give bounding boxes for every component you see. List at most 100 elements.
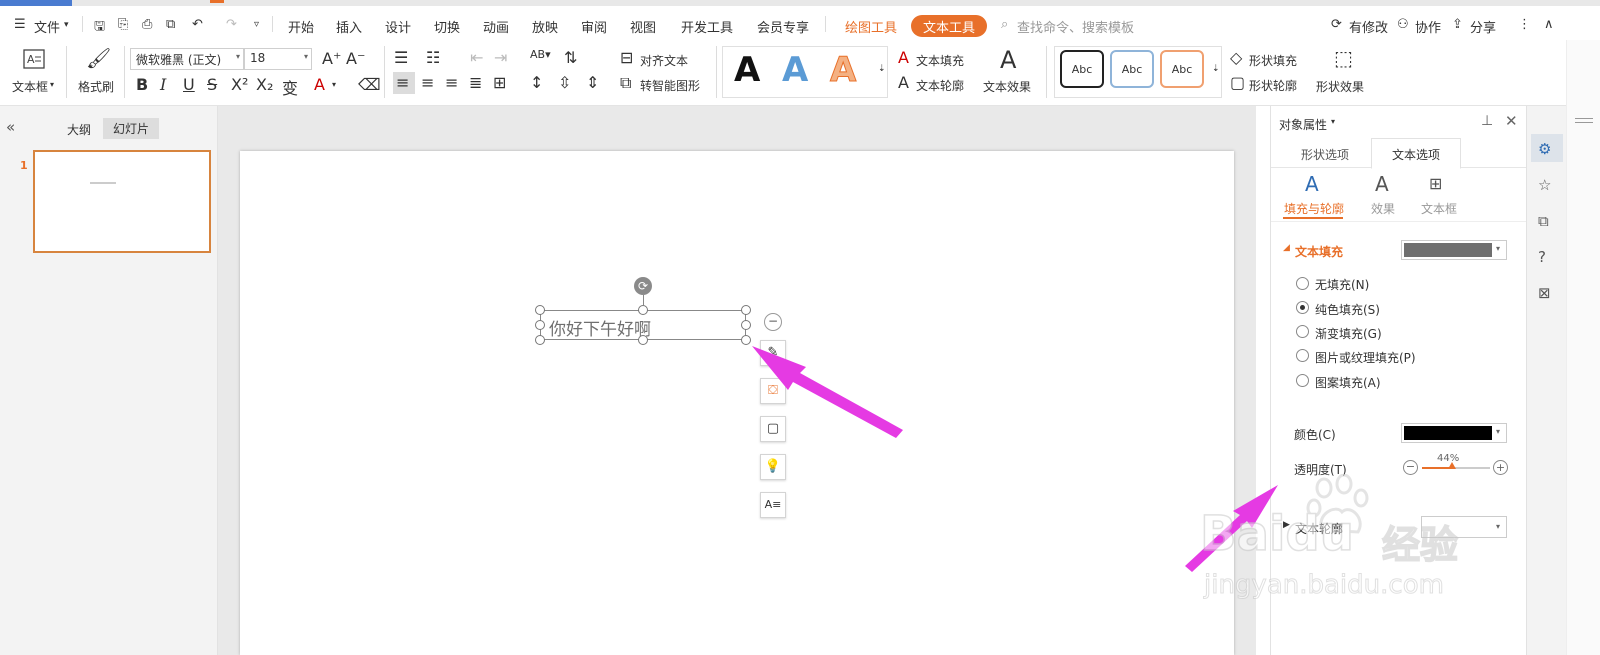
radio-no-fill[interactable] [1296, 277, 1309, 290]
hamburger-icon[interactable]: ☰ [14, 17, 26, 32]
shape-outline-button[interactable]: 形状轮廓 [1249, 77, 1297, 94]
redo-icon[interactable]: ↷ [226, 17, 237, 32]
text-fill-section-header[interactable]: 文本填充 [1295, 243, 1343, 260]
radio-solid-fill[interactable] [1296, 301, 1309, 314]
collab-button[interactable]: 协作 [1415, 17, 1441, 36]
textbox-content[interactable]: 你好下午好啊 [549, 315, 651, 340]
font-name-select[interactable]: 微软雅黑 (正文) ▾ [130, 48, 244, 70]
subtab-textbox[interactable]: 文本框 [1421, 200, 1457, 217]
increase-font-icon[interactable]: A⁺ [322, 49, 341, 68]
align-text-icon[interactable]: ⊟ [620, 48, 633, 67]
panel-title[interactable]: 对象属性 [1279, 116, 1327, 133]
increase-indent-icon[interactable]: ⇥ [494, 48, 507, 67]
text-format-icon[interactable]: A≡ [760, 492, 786, 518]
collapse-ribbon-icon[interactable]: ∧ [1544, 17, 1554, 32]
tab-start[interactable]: 开始 [288, 17, 314, 36]
tab-shape-options[interactable]: 形状选项 [1301, 146, 1349, 163]
bullet-list-icon[interactable]: ☰ [394, 48, 408, 67]
resize-handle-se[interactable] [741, 335, 751, 345]
bold-icon[interactable]: B [136, 75, 148, 94]
decrease-indent-icon[interactable]: ⇤ [470, 48, 483, 67]
fill-bucket-icon[interactable]: ⛋ [760, 378, 786, 404]
resize-handle-ne[interactable] [741, 305, 751, 315]
underline-icon[interactable]: U [183, 75, 195, 94]
text-fill-color-picker[interactable]: ▾ [1401, 240, 1507, 260]
outline-icon[interactable]: ▢ [760, 416, 786, 442]
resize-handle-e[interactable] [741, 320, 751, 330]
eraser-icon[interactable]: ⌫ [358, 75, 381, 94]
radio-pattern-fill[interactable] [1296, 374, 1309, 387]
text-style-blue[interactable]: A [782, 50, 808, 90]
undo-icon[interactable]: ↶ [192, 17, 203, 32]
radio-solid-fill-label[interactable]: 纯色填充(S) [1315, 301, 1380, 318]
tab-drawing-tools[interactable]: 绘图工具 [845, 17, 897, 36]
resize-handle-s[interactable] [638, 335, 648, 345]
help-icon[interactable]: ? [1538, 248, 1546, 266]
close-icon[interactable]: ✕ [1505, 112, 1518, 130]
line-spacing-icon[interactable]: ↕ [530, 73, 543, 92]
resize-handle-w[interactable] [535, 320, 545, 330]
section-expanded-icon[interactable]: ◢ [1283, 243, 1290, 253]
share-button[interactable]: 分享 [1470, 17, 1496, 36]
tab-slides[interactable]: 幻灯片 [103, 118, 160, 139]
tab-design[interactable]: 设计 [385, 17, 411, 36]
text-direction-icon[interactable]: AB▾ [530, 48, 551, 61]
textbox-options-icon[interactable]: ⊞ [1429, 174, 1442, 193]
phonetic-guide-icon[interactable]: 变 [282, 75, 298, 99]
shape-style-orange[interactable]: Abc [1160, 50, 1204, 88]
print-icon[interactable]: ⎙ [142, 17, 152, 32]
brush-icon[interactable]: ✎ [760, 340, 786, 366]
chevron-down-icon[interactable]: ▾ [64, 20, 69, 30]
align-center-icon[interactable]: ≡ [421, 73, 434, 92]
search-command-input[interactable]: 查找命令、搜索模板 [1017, 17, 1134, 36]
fill-outline-icon[interactable]: A [1305, 172, 1319, 196]
text-fill-icon[interactable]: A [898, 48, 909, 67]
lightbulb-icon[interactable]: 💡 [760, 454, 786, 480]
shape-outline-icon[interactable]: ▢ [1230, 73, 1245, 92]
subtab-fill-outline[interactable]: 填充与轮廓 [1284, 200, 1344, 217]
shape-fill-button[interactable]: 形状填充 [1249, 52, 1297, 69]
print-preview-icon[interactable]: ⧉ [166, 17, 175, 32]
subscript-icon[interactable]: X₂ [256, 75, 273, 94]
radio-picture-fill-label[interactable]: 图片或纹理填充(P) [1315, 349, 1416, 366]
tab-animation[interactable]: 动画 [483, 17, 509, 36]
italic-icon[interactable]: I [160, 75, 166, 94]
numbered-list-icon[interactable]: ☷ [426, 48, 440, 67]
paragraph-spacing-icon[interactable]: ⇳ [558, 73, 571, 92]
increase-transparency-icon[interactable]: + [1493, 460, 1508, 475]
slide-thumbnail-1[interactable] [33, 150, 211, 253]
subtab-effect[interactable]: 效果 [1371, 200, 1395, 217]
textbox-icon[interactable]: A [22, 48, 46, 70]
resize-handle-sw[interactable] [535, 335, 545, 345]
text-effect-icon[interactable]: A [1000, 46, 1016, 74]
sort-icon[interactable]: ⇅ [564, 48, 577, 67]
resize-handle-nw[interactable] [535, 305, 545, 315]
radio-gradient-fill-label[interactable]: 渐变填充(G) [1315, 325, 1382, 342]
tab-developer[interactable]: 开发工具 [681, 17, 733, 36]
shape-effect-button[interactable]: 形状效果 [1316, 78, 1364, 95]
radio-no-fill-label[interactable]: 无填充(N) [1315, 276, 1369, 293]
transparency-slider-track[interactable] [1422, 462, 1490, 469]
shape-style-black[interactable]: Abc [1060, 50, 1104, 88]
more-icon[interactable]: ⋮ [1518, 17, 1531, 32]
chevron-down-icon[interactable]: ▾ [1331, 117, 1335, 126]
collapse-toolbar-icon[interactable]: − [764, 313, 782, 331]
format-painter-icon[interactable]: 🖌 [86, 46, 111, 70]
rotate-handle-icon[interactable]: ⟳ [634, 277, 652, 295]
radio-pattern-fill-label[interactable]: 图案填充(A) [1315, 374, 1381, 391]
resize-handle-n[interactable] [638, 305, 648, 315]
tab-review[interactable]: 审阅 [581, 17, 607, 36]
inbox-icon[interactable]: ⊠ [1538, 284, 1551, 302]
tab-insert[interactable]: 插入 [336, 17, 362, 36]
text-outline-icon[interactable]: A [898, 73, 909, 92]
shape-style-blue[interactable]: Abc [1110, 50, 1154, 88]
star-icon[interactable]: ☆ [1538, 176, 1551, 194]
properties-sliders-icon[interactable]: ⚙ [1538, 140, 1551, 158]
slides-library-icon[interactable]: ⧉ [1538, 212, 1549, 230]
collapse-pane-icon[interactable]: « [6, 118, 15, 136]
modified-button[interactable]: 有修改 [1349, 17, 1388, 36]
align-text-button[interactable]: 对齐文本 [640, 52, 688, 69]
pin-icon[interactable]: ⊥ [1481, 113, 1493, 129]
chevron-down-icon[interactable]: ▾ [50, 80, 54, 89]
color-picker[interactable]: ▾ [1401, 423, 1507, 443]
